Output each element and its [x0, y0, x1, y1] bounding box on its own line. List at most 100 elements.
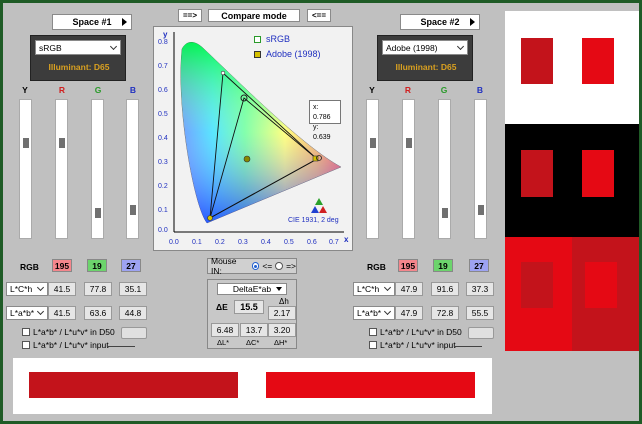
app-window: Space #1 ==> Compare mode <== Space #2 s…: [3, 3, 639, 421]
space1-channel-r: R: [58, 85, 66, 95]
space1-input-checkbox[interactable]: [22, 341, 30, 349]
legend-srgb-marker: [254, 36, 261, 43]
mouse-in-label: Mouse IN:: [211, 256, 237, 276]
x-tick-0.7: 0.7: [329, 239, 339, 246]
slider-thumb[interactable]: [478, 205, 484, 215]
space1-lch-mode-select[interactable]: L*C*h: [6, 282, 48, 296]
space1-lch-l[interactable]: 41.5: [48, 282, 76, 296]
space1-extra-button[interactable]: [121, 327, 147, 339]
y-tick-0.7: 0.7: [158, 63, 168, 70]
space1-channel-g: G: [94, 85, 102, 95]
space2-button[interactable]: Space #2: [400, 14, 480, 30]
space1-b-value[interactable]: 27: [121, 259, 141, 272]
space1-lab-l[interactable]: 41.5: [48, 306, 76, 320]
delta-h-value: 2.17: [268, 306, 296, 320]
mouse-in-opt2: =>: [286, 261, 297, 271]
slider-thumb[interactable]: [59, 138, 65, 148]
space1-r-slider[interactable]: [55, 99, 68, 239]
space2-lab-a[interactable]: 72.8: [431, 306, 459, 320]
x-readout: x: 0.786: [313, 104, 331, 121]
preview-swatch-space2: [582, 38, 614, 84]
slider-thumb[interactable]: [370, 138, 376, 148]
copy-left-button[interactable]: <==: [307, 9, 331, 22]
x-tick-0.1: 0.1: [192, 239, 202, 246]
x-tick-0.0: 0.0: [169, 239, 179, 246]
space2-d50-checkbox[interactable]: [369, 328, 377, 336]
space1-y-slider[interactable]: [19, 99, 32, 239]
y-tick-0.0: 0.0: [158, 227, 168, 234]
y-axis-name: y: [163, 30, 168, 39]
compare-mode-button[interactable]: Compare mode: [208, 9, 300, 22]
space1-lab-a[interactable]: 63.6: [84, 306, 112, 320]
space2-r-slider[interactable]: [402, 99, 415, 239]
space2-b-value[interactable]: 27: [469, 259, 489, 272]
chevron-down-icon: [36, 307, 45, 316]
space2-d50-label: L*a*b* / L*u*v* in D50: [380, 327, 462, 337]
space2-lch-c[interactable]: 91.6: [431, 282, 459, 296]
space2-y-slider[interactable]: [366, 99, 379, 239]
space1-button[interactable]: Space #1: [52, 14, 132, 30]
space2-g-slider[interactable]: [438, 99, 451, 239]
space2-lab-l[interactable]: 47.9: [395, 306, 423, 320]
dropdown-arrow-icon: [276, 287, 282, 291]
coordinate-readout: x: 0.786 y: 0.639: [309, 100, 341, 141]
space2-extra-button[interactable]: [468, 327, 494, 339]
space2-lab-b[interactable]: 55.5: [466, 306, 494, 320]
space1-channel-y: Y: [22, 85, 28, 95]
space1-lab-mode-select[interactable]: L*a*b*: [6, 306, 48, 320]
space2-g-value[interactable]: 19: [433, 259, 453, 272]
slider-thumb[interactable]: [442, 208, 448, 218]
space2-profile-select[interactable]: Adobe (1998): [382, 40, 468, 55]
space2-lch-l[interactable]: 47.9: [395, 282, 423, 296]
space1-b-slider[interactable]: [126, 99, 139, 239]
slider-thumb[interactable]: [23, 138, 29, 148]
preview-swatch-space1: [521, 38, 553, 84]
space2-lch-mode-value: L*C*h: [357, 284, 380, 294]
delta-e-value: 15.5: [234, 300, 264, 314]
copy-right-button[interactable]: ==>: [178, 9, 202, 22]
x-axis-name: x: [344, 235, 349, 244]
space2-lch-h[interactable]: 37.3: [466, 282, 494, 296]
space1-g-slider[interactable]: [91, 99, 104, 239]
swatch-space2: [266, 372, 475, 398]
legend-adobe-marker: [254, 51, 261, 58]
space1-g-value[interactable]: 19: [87, 259, 107, 272]
y-tick-0.2: 0.2: [158, 183, 168, 190]
space1-lch-h[interactable]: 35.1: [119, 282, 147, 296]
delta-panel: DeltaE*ab ΔE 15.5 Δh 2.17 6.48 13.7 3.20…: [207, 279, 297, 349]
delta-c-label: ΔC*: [246, 338, 260, 347]
mouse-in-radio-right[interactable]: [275, 262, 284, 270]
rgb-triangle-icon: [311, 198, 327, 213]
comparison-swatch-strip: [13, 358, 492, 414]
space2-r-value[interactable]: 195: [398, 259, 418, 272]
space1-lab-b[interactable]: 44.8: [119, 306, 147, 320]
chromaticity-diagram[interactable]: sRGB Adobe (1998) x: 0.786 y: 0.639 CIE …: [153, 26, 353, 251]
space1-title: Space #1: [72, 17, 112, 27]
arrow-right-icon: [470, 18, 475, 26]
space1-profile-select[interactable]: sRGB: [35, 40, 121, 55]
space1-lch-mode-value: L*C*h: [10, 284, 33, 294]
divider: [454, 346, 482, 347]
space2-lab-mode-select[interactable]: L*a*b*: [353, 306, 395, 320]
space2-lch-mode-select[interactable]: L*C*h: [353, 282, 395, 296]
slider-thumb[interactable]: [406, 138, 412, 148]
space1-r-value[interactable]: 195: [52, 259, 72, 272]
slider-thumb[interactable]: [130, 205, 136, 215]
space2-input-checkbox[interactable]: [369, 341, 377, 349]
mouse-in-radio-left[interactable]: [251, 262, 260, 270]
space2-profile-panel: Adobe (1998) Illuminant: D65: [377, 35, 473, 81]
x-tick-0.4: 0.4: [261, 239, 271, 246]
space1-lch-c[interactable]: 77.8: [84, 282, 112, 296]
delta-l-label: ΔL*: [217, 338, 230, 347]
y-tick-0.6: 0.6: [158, 87, 168, 94]
delta-mode-select[interactable]: DeltaE*ab: [217, 283, 287, 295]
space2-b-slider[interactable]: [474, 99, 487, 239]
delta-mode-value: DeltaE*ab: [232, 284, 272, 294]
slider-thumb[interactable]: [95, 208, 101, 218]
chevron-down-icon: [456, 42, 465, 50]
arrow-right-icon: [122, 18, 127, 26]
delta-hue-value: 3.20: [268, 323, 296, 337]
space1-d50-checkbox[interactable]: [22, 328, 30, 336]
preview-white-bg: [505, 11, 639, 124]
mouse-in-group: Mouse IN: <= =>: [207, 256, 297, 276]
